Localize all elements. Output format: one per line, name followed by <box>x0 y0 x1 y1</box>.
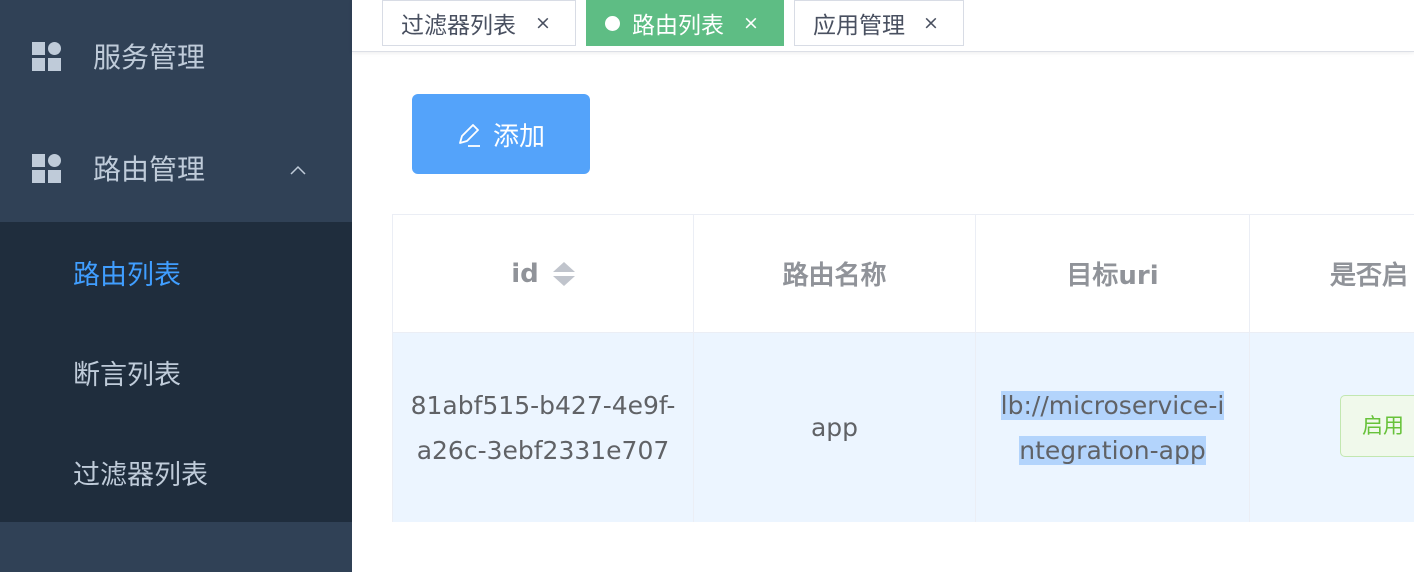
submenu-predicate-list[interactable]: 断言列表 <box>0 322 352 422</box>
status-badge: 启用 <box>1340 395 1414 457</box>
column-header-route-name: 路由名称 <box>694 215 976 333</box>
route-name: app <box>810 413 859 442</box>
chevron-up-icon <box>290 165 306 175</box>
submenu-label: 断言列表 <box>73 359 181 391</box>
column-header-id[interactable]: id <box>393 215 694 333</box>
menu-service-management[interactable]: 服务管理 <box>0 0 352 112</box>
submenu-label: 过滤器列表 <box>73 459 208 491</box>
menu-label: 服务管理 <box>93 41 206 74</box>
table-cell-enabled: 启用 <box>1250 333 1414 522</box>
add-button[interactable]: 添加 <box>412 94 590 174</box>
column-header-label: id <box>511 258 539 289</box>
submenu-route-list[interactable]: 路由列表 <box>0 222 352 322</box>
grid-icon <box>32 153 61 183</box>
table-cell-route-name: app <box>694 333 976 522</box>
route-submenu: 路由列表 断言列表 过滤器列表 <box>0 222 352 522</box>
table-cell-target-uri: lb://microservice-integration-app <box>976 333 1250 522</box>
table-cell-id: 81abf515-b427-4e9f-a26c-3ebf2331e707 <box>393 333 694 522</box>
menu-route-management[interactable]: 路由管理 <box>0 112 352 224</box>
column-header-label: 是否启 <box>1330 261 1409 291</box>
tab-app-management[interactable]: 应用管理 × <box>794 0 964 46</box>
sidebar: 服务管理 路由管理 路由列表 断言列表 过滤器列表 <box>0 0 352 572</box>
grid-icon <box>32 41 61 71</box>
submenu-filter-list[interactable]: 过滤器列表 <box>0 422 352 522</box>
tags-view-bar: 过滤器列表 × 路由列表 × 应用管理 × <box>352 0 1414 52</box>
column-header-target-uri: 目标uri <box>976 215 1250 333</box>
close-icon[interactable]: × <box>923 12 939 34</box>
edit-icon <box>459 124 480 147</box>
column-header-label: 目标uri <box>1066 261 1159 291</box>
route-id: 81abf515-b427-4e9f-a26c-3ebf2331e707 <box>410 390 676 465</box>
tab-label: 应用管理 <box>813 13 905 39</box>
submenu-label: 路由列表 <box>73 259 181 291</box>
tab-route-list[interactable]: 路由列表 × <box>586 0 784 46</box>
tab-label: 路由列表 <box>632 13 724 39</box>
add-button-label: 添加 <box>493 121 546 152</box>
close-icon[interactable]: × <box>535 12 551 34</box>
column-header-enabled: 是否启 <box>1250 215 1414 333</box>
route-uri: lb://microservice-integration-app <box>1000 390 1225 465</box>
active-dot-icon <box>605 16 620 31</box>
column-header-label: 路由名称 <box>782 261 887 291</box>
menu-label: 路由管理 <box>93 153 206 186</box>
tab-filter-list[interactable]: 过滤器列表 × <box>382 0 576 46</box>
route-table: id 路由名称 目标uri 是否启 81abf515-b427-4e9f-a26… <box>392 214 1414 522</box>
tab-label: 过滤器列表 <box>401 13 516 39</box>
sort-caret-icon[interactable] <box>552 261 575 286</box>
close-icon[interactable]: × <box>743 12 759 34</box>
